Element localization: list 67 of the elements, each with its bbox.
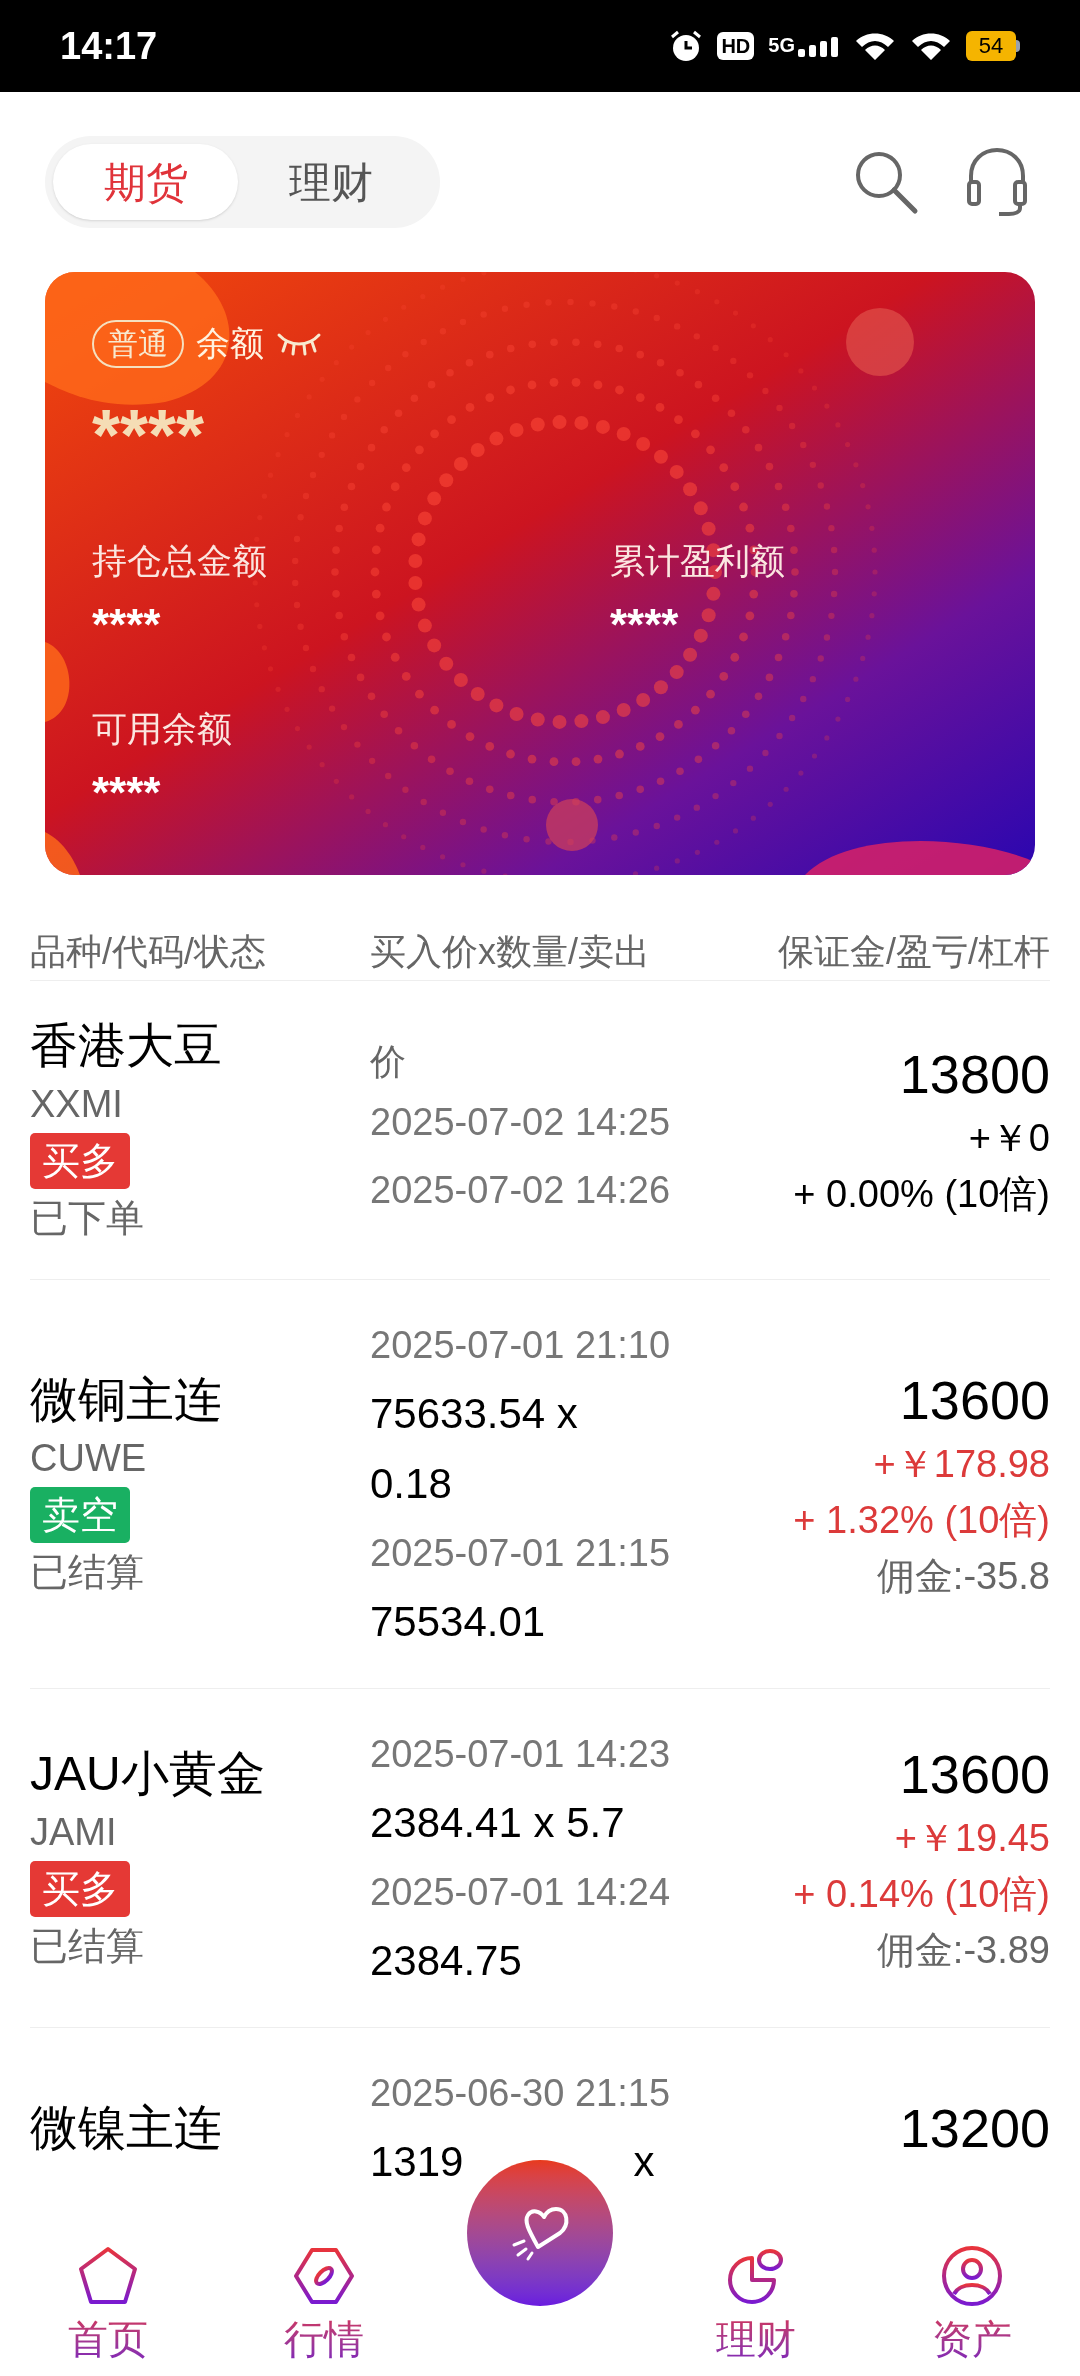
- product-name: 微镍主连: [30, 2100, 223, 2156]
- headset-icon[interactable]: [965, 146, 1029, 218]
- profit-percent: + 0.00% (10倍): [793, 1172, 1050, 1217]
- stat-label: 可用余额: [92, 707, 233, 750]
- nav-tab[interactable]: 行情: [216, 2244, 432, 2366]
- stat-label: 累计盈利额: [610, 540, 786, 582]
- commission: 佣金:-35.8: [876, 1554, 1050, 1599]
- stat-label: 持仓总金额: [92, 540, 268, 582]
- product-name: JAU小黄金: [30, 1746, 266, 1802]
- user-icon: [940, 2244, 1004, 2308]
- balance-label: 余额: [196, 323, 264, 364]
- trade-time: 2025-07-02 14:25: [370, 1100, 672, 1145]
- trade-price: 2384.75: [370, 1936, 523, 1986]
- direction-tag: 买多: [30, 1861, 130, 1917]
- order-status: 已结算: [30, 1550, 145, 1595]
- alarm-icon: [669, 29, 704, 63]
- nav-tab[interactable]: 资产: [864, 2244, 1080, 2366]
- trade-time: 2025-07-02 14:26: [370, 1168, 672, 1213]
- order-status: 已下单: [30, 1196, 145, 1241]
- trade-price: 75633.54 x: [370, 1389, 579, 1439]
- stat-value: ****: [92, 770, 162, 815]
- product-code: JAMI: [30, 1810, 118, 1855]
- margin-amount: 13200: [899, 2097, 1050, 2160]
- clock-time: 14:17: [60, 23, 158, 69]
- margin-amount: 13800: [899, 1043, 1050, 1106]
- profit-amount: +￥0: [968, 1116, 1050, 1161]
- trade-price: 0.18: [370, 1459, 453, 1509]
- hd-badge: HD: [717, 32, 755, 60]
- product-code: CUWE: [30, 1436, 148, 1481]
- nav-tab[interactable]: 理财: [648, 2244, 864, 2366]
- search-icon[interactable]: [853, 149, 919, 215]
- commission: 佣金:-3.89: [876, 1928, 1050, 1973]
- product-code: XXMI: [30, 1082, 124, 1127]
- profit-percent: + 1.32% (10倍): [793, 1498, 1050, 1543]
- stat-value: ****: [92, 602, 162, 647]
- nav-tab[interactable]: 首页: [0, 2244, 216, 2366]
- column-header: 品种/代码/状态: [30, 929, 267, 974]
- order-status: 已结算: [30, 1924, 145, 1969]
- trade-price: x: [633, 2137, 655, 2187]
- trade-time: 2025-07-01 21:15: [370, 1531, 672, 1576]
- product-name: 微铜主连: [30, 1372, 223, 1428]
- trade-price: 2384.41 x 5.7: [370, 1798, 626, 1848]
- signal-icon: [798, 35, 840, 57]
- column-header: 买入价x数量/卖出: [370, 929, 651, 974]
- price-label: 价: [370, 1040, 407, 1084]
- segment-tab[interactable]: 理财: [238, 144, 423, 220]
- margin-amount: 13600: [899, 1743, 1050, 1806]
- trade-time: 2025-07-01 14:23: [370, 1732, 672, 1777]
- trade-time: 2025-07-01 21:10: [370, 1323, 672, 1368]
- profit-amount: +￥178.98: [873, 1442, 1050, 1487]
- network-type: 5G: [768, 35, 795, 55]
- battery-indicator: 54: [966, 31, 1020, 61]
- trade-price: 1319: [370, 2137, 464, 2187]
- trade-price: 75534.01: [370, 1597, 547, 1647]
- margin-amount: 13600: [899, 1369, 1050, 1432]
- direction-tag: 买多: [30, 1133, 130, 1189]
- trade-time: 2025-06-30 21:15: [370, 2071, 672, 2116]
- segment-tab[interactable]: 期货: [53, 144, 238, 220]
- profit-percent: + 0.14% (10倍): [793, 1872, 1050, 1917]
- product-name: 香港大豆: [30, 1018, 223, 1074]
- trade-time: 2025-07-01 14:24: [370, 1870, 672, 1915]
- account-type-badge: 普通: [92, 319, 184, 368]
- balance-value: ****: [92, 399, 206, 471]
- direction-tag: 卖空: [30, 1487, 130, 1543]
- stat-value: ****: [610, 602, 680, 647]
- column-header: 保证金/盈亏/杠杆: [778, 929, 1050, 974]
- profit-amount: +￥19.45: [894, 1816, 1050, 1861]
